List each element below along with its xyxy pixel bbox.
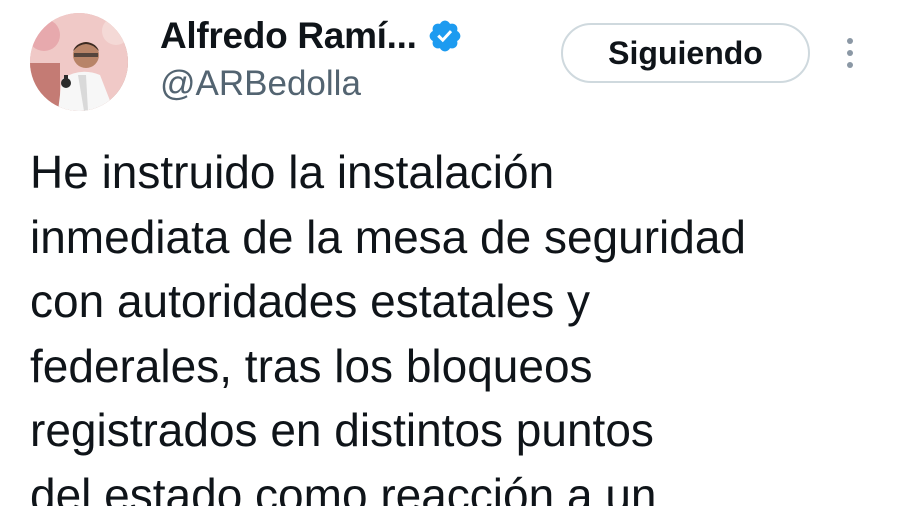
author-name-row[interactable]: Alfredo Ramí... [160,14,463,58]
tweet-text-line: registrados en distintos puntos [30,404,654,456]
tweet-card: Alfredo Ramí... @ARBedolla Siguiendo He … [0,0,900,506]
more-vertical-icon[interactable] [838,30,862,76]
tweet-text: He instruido la instalación inmediata de… [30,140,890,506]
dot [847,38,853,44]
avatar[interactable] [30,13,128,111]
display-name[interactable]: Alfredo Ramí... [160,15,417,57]
tweet-text-line: He instruido la instalación [30,146,555,198]
following-button[interactable]: Siguiendo [561,23,810,83]
dot [847,62,853,68]
tweet-text-line: inmediata de la mesa de seguridad [30,210,747,263]
avatar-photo [30,13,128,111]
tweet-text-line: con autoridades estatales y [30,275,591,327]
dot [847,50,853,56]
tweet-text-line: del estado como reacción a un [30,468,657,506]
user-handle[interactable]: @ARBedolla [160,64,361,104]
verified-badge-icon [429,20,460,52]
tweet-text-line: federales, tras los bloqueos [30,339,593,392]
